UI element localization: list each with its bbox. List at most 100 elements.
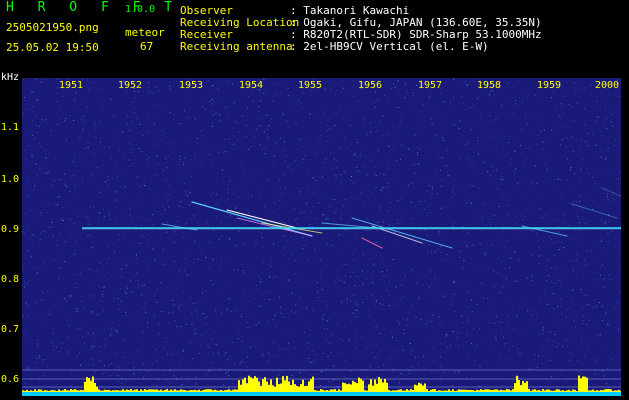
noise-pixel [601, 251, 603, 253]
noise-pixel [500, 191, 501, 193]
noise-pixel [524, 328, 526, 330]
noise-pixel [219, 120, 221, 122]
activity-bar [356, 383, 358, 392]
noise-pixel [284, 235, 285, 237]
noise-pixel [562, 95, 564, 97]
noise-pixel [499, 154, 501, 156]
noise-pixel [261, 149, 263, 150]
noise-pixel [47, 365, 49, 367]
noise-pixel [544, 293, 546, 295]
noise-pixel [551, 281, 553, 283]
noise-pixel [293, 208, 295, 210]
noise-pixel [443, 101, 445, 103]
noise-pixel [599, 357, 601, 359]
noise-pixel [108, 364, 110, 366]
noise-pixel [301, 261, 303, 263]
noise-pixel [262, 261, 264, 263]
activity-bar [124, 390, 126, 392]
activity-bar [346, 384, 348, 392]
activity-bar [210, 389, 212, 392]
noise-pixel [235, 207, 237, 209]
noise-pixel [293, 106, 295, 108]
noise-pixel [541, 217, 543, 219]
noise-pixel [118, 304, 120, 305]
noise-pixel [199, 352, 200, 354]
noise-pixel [414, 205, 416, 207]
noise-pixel [223, 384, 225, 386]
x-tick-label: 1958 [477, 80, 502, 91]
noise-pixel [141, 294, 143, 296]
noise-pixel [470, 202, 472, 204]
noise-pixel [203, 318, 205, 320]
noise-pixel [263, 92, 265, 94]
noise-pixel [402, 349, 404, 351]
activity-bar [490, 390, 492, 392]
noise-pixel [289, 110, 291, 112]
noise-pixel [565, 95, 567, 97]
noise-pixel [241, 313, 243, 315]
noise-pixel [186, 274, 188, 276]
noise-pixel [330, 351, 332, 353]
noise-pixel [476, 221, 478, 223]
noise-pixel [427, 252, 429, 254]
noise-pixel [383, 258, 385, 260]
noise-pixel [503, 217, 505, 219]
noise-pixel [342, 205, 344, 207]
noise-pixel [354, 285, 356, 286]
noise-pixel [314, 300, 316, 302]
noise-pixel [339, 184, 341, 186]
noise-pixel [176, 353, 178, 355]
noise-pixel [324, 328, 325, 330]
noise-pixel [290, 168, 292, 170]
noise-pixel [560, 241, 562, 243]
noise-pixel [314, 373, 316, 375]
noise-pixel [488, 135, 490, 137]
noise-pixel [96, 270, 98, 272]
activity-bar [312, 376, 314, 392]
noise-pixel [594, 183, 596, 185]
noise-pixel [161, 311, 163, 312]
noise-pixel [467, 291, 469, 293]
activity-bar [450, 390, 452, 392]
noise-pixel [437, 113, 439, 115]
noise-pixel [369, 345, 371, 347]
noise-pixel [605, 312, 607, 314]
activity-bar [498, 390, 500, 392]
noise-pixel [521, 234, 523, 236]
noise-pixel [43, 262, 45, 264]
noise-pixel [274, 382, 276, 384]
noise-pixel [339, 279, 341, 281]
noise-pixel [497, 257, 499, 259]
noise-pixel [361, 337, 363, 338]
noise-pixel [491, 204, 493, 206]
noise-pixel [546, 280, 548, 282]
activity-bar [24, 390, 26, 392]
noise-pixel [548, 259, 549, 261]
noise-pixel [201, 106, 203, 108]
noise-pixel [445, 259, 447, 261]
noise-pixel [490, 285, 492, 287]
noise-pixel [54, 368, 56, 370]
noise-pixel [40, 239, 42, 240]
noise-pixel [601, 135, 603, 137]
activity-bar [36, 390, 38, 392]
noise-pixel [74, 283, 76, 284]
noise-pixel [521, 152, 523, 153]
noise-pixel [453, 97, 454, 99]
noise-pixel [239, 376, 241, 378]
noise-pixel [532, 201, 534, 203]
noise-pixel [129, 214, 131, 216]
noise-pixel [393, 83, 395, 85]
noise-pixel [188, 116, 190, 118]
noise-pixel [227, 310, 228, 312]
noise-pixel [349, 339, 350, 341]
noise-pixel [568, 338, 570, 340]
activity-bar [114, 390, 116, 392]
noise-pixel [501, 261, 503, 263]
noise-pixel [398, 125, 400, 127]
noise-pixel [57, 296, 59, 298]
noise-pixel [148, 219, 150, 221]
noise-pixel [294, 348, 296, 349]
noise-pixel [197, 302, 199, 304]
noise-pixel [326, 320, 328, 322]
